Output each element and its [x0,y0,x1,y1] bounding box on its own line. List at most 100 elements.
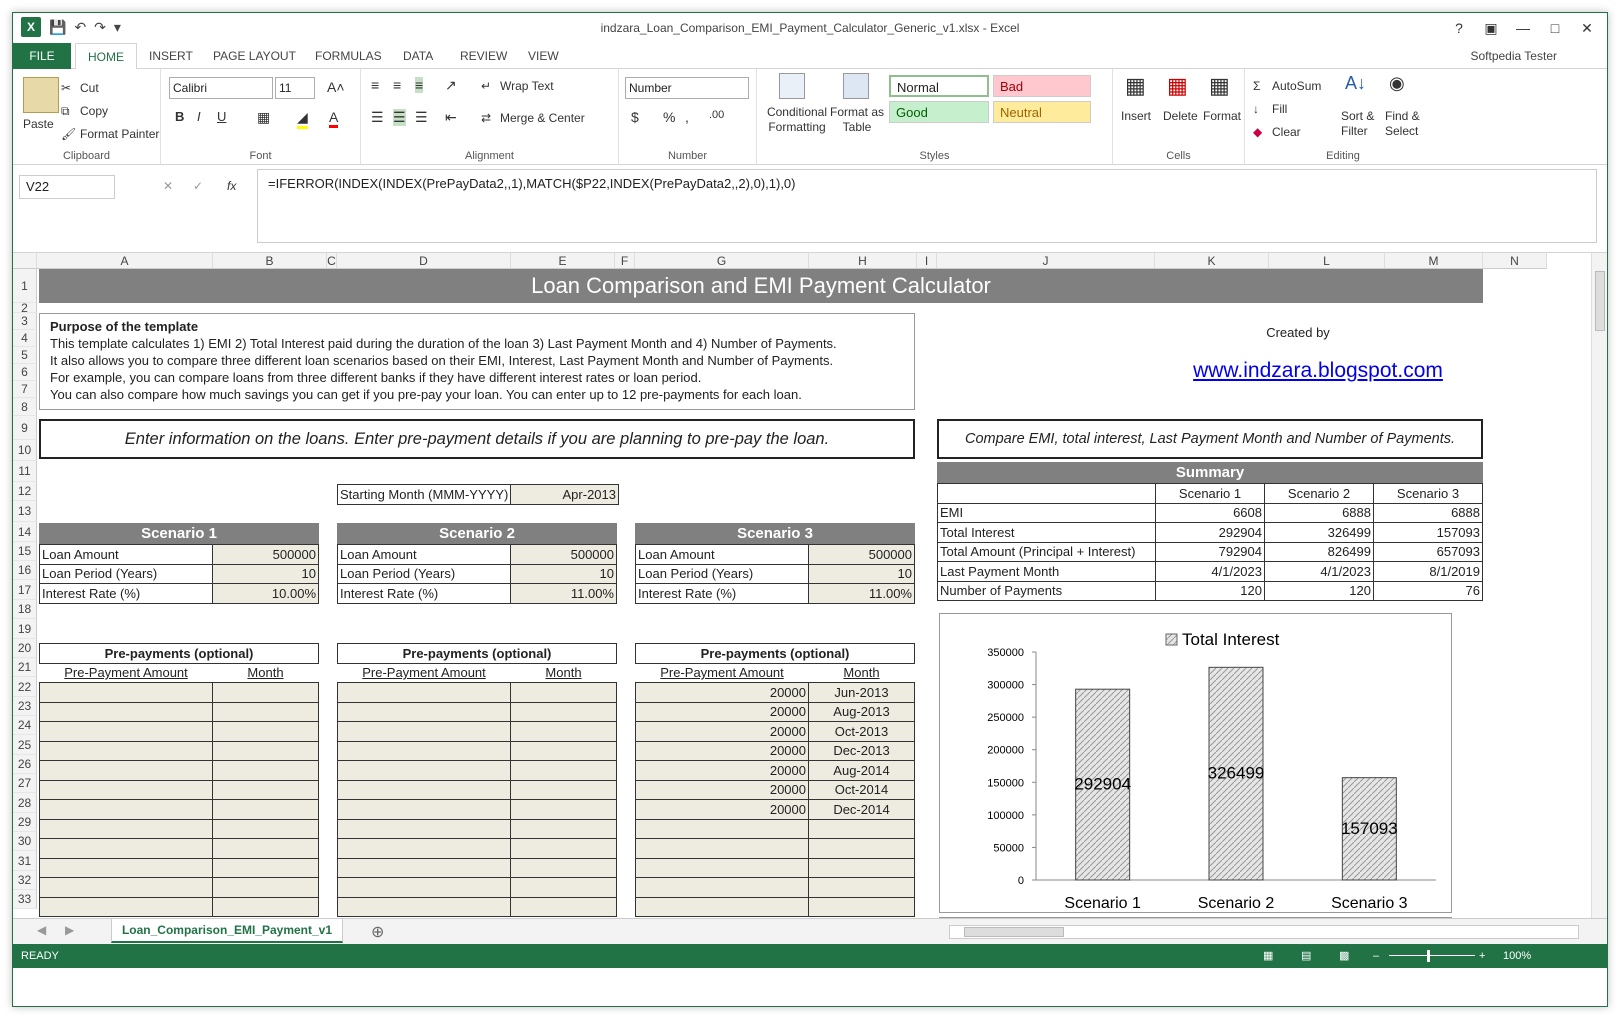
paste-icon[interactable] [23,77,59,113]
next-sheet-icon[interactable]: ▶ [65,923,74,937]
worksheet-grid[interactable]: ABCDEFGHIJKLMN 1 2 3 4 5 6 7 8 9 10 11 12 13 14 15 16 17… [13,253,1593,918]
compare-info-banner[interactable]: Compare EMI, total interest, Last Paymen… [937,419,1483,459]
prepay-amount-cell[interactable] [337,740,511,761]
prepay-amount-cell[interactable]: 20000 [635,721,809,742]
column-header[interactable]: J [937,253,1155,269]
prepay-month-cell[interactable] [510,721,617,742]
row-header[interactable]: 2 [13,302,37,314]
format-painter-button[interactable]: 🖌 Format Painter [61,127,159,143]
prepay-month-cell[interactable] [212,838,319,859]
prepay-amount-cell[interactable] [39,779,213,800]
column-header[interactable]: M [1385,253,1483,269]
prepay-amount-cell[interactable] [337,799,511,820]
prepay-month-cell[interactable] [212,896,319,917]
column-header[interactable]: N [1483,253,1547,269]
prepay-amount-cell[interactable] [39,877,213,898]
column-header[interactable]: I [917,253,937,269]
prepay-amount-cell[interactable]: 20000 [635,701,809,722]
align-middle-icon[interactable]: ≡ [393,77,401,93]
column-header[interactable]: A [37,253,213,269]
column-header[interactable]: B [213,253,327,269]
row-header[interactable]: 32 [13,871,37,890]
row-header[interactable]: 18 [13,600,37,619]
prepay-month-cell[interactable] [212,760,319,781]
row-header[interactable]: 9 [13,416,37,440]
row-header[interactable]: 16 [13,561,37,580]
row-header[interactable]: 28 [13,793,37,813]
fill-color-icon[interactable]: ◢ [297,109,308,129]
prepay-amount-cell[interactable] [337,857,511,878]
insert-function-icon[interactable]: fx [227,179,236,193]
style-neutral[interactable]: Neutral [993,101,1091,123]
prepay-month-cell[interactable]: Dec-2014 [808,799,915,820]
tab-insert[interactable]: INSERT [137,43,205,69]
loan-field-input[interactable]: 10 [510,563,617,584]
loan-field-input[interactable]: 11.00% [808,583,915,604]
prepay-amount-cell[interactable] [337,838,511,859]
row-header[interactable]: 21 [13,658,37,677]
row-header[interactable]: 14 [13,522,37,542]
number-format-select[interactable]: Number [625,77,749,99]
prepay-month-cell[interactable] [510,877,617,898]
zoom-level[interactable]: 100% [1503,944,1531,968]
prepay-amount-cell[interactable] [39,896,213,917]
new-sheet-icon[interactable]: ⊕ [371,922,384,942]
maximize-button[interactable]: □ [1539,15,1571,41]
prepay-amount-cell[interactable] [635,838,809,859]
orientation-icon[interactable]: ↗ [445,77,457,94]
close-button[interactable]: ✕ [1571,15,1603,41]
prepay-month-cell[interactable] [510,896,617,917]
enter-icon[interactable]: ✓ [193,179,203,193]
prepay-month-cell[interactable] [212,701,319,722]
prepay-amount-cell[interactable] [39,799,213,820]
column-header[interactable]: G [635,253,809,269]
bold-button[interactable]: B [175,109,184,124]
format-as-table-button[interactable]: Format as Table [829,105,885,135]
style-bad[interactable]: Bad [993,75,1091,97]
prepay-month-cell[interactable] [212,818,319,839]
column-header[interactable]: C [327,253,337,269]
vertical-scroll-thumb[interactable] [1595,271,1605,331]
prepay-month-cell[interactable]: Aug-2014 [808,760,915,781]
row-header[interactable]: 15 [13,542,37,561]
prepay-month-cell[interactable] [510,799,617,820]
find-select-button[interactable]: Find & Select [1385,109,1433,139]
prepay-month-cell[interactable] [212,779,319,800]
prepay-month-cell[interactable] [808,896,915,917]
comma-icon[interactable]: , [685,109,689,125]
prepay-amount-cell[interactable]: 20000 [635,760,809,781]
prepay-amount-cell[interactable] [635,857,809,878]
align-right-icon[interactable]: ☰ [415,109,428,126]
prepay-amount-cell[interactable] [39,740,213,761]
prepay-month-cell[interactable] [808,818,915,839]
column-header[interactable]: E [511,253,615,269]
conditional-formatting-button[interactable]: Conditional Formatting [763,105,831,135]
clear-button[interactable]: ◆ Clear [1253,125,1301,141]
normal-view-icon[interactable]: ▦ [1263,944,1273,968]
underline-button[interactable]: U [217,109,226,124]
select-all-corner[interactable] [13,253,37,269]
row-header[interactable]: 33 [13,890,37,909]
prepay-amount-cell[interactable]: 20000 [635,740,809,761]
row-header[interactable]: 22 [13,677,37,697]
prepay-month-cell[interactable] [212,857,319,878]
prepay-amount-cell[interactable]: 20000 [635,779,809,800]
prepay-amount-cell[interactable] [337,896,511,917]
font-color-icon[interactable]: A [329,109,339,128]
prepay-amount-cell[interactable] [635,896,809,917]
sort-filter-button[interactable]: Sort & Filter [1341,109,1381,139]
page-layout-view-icon[interactable]: ▤ [1301,944,1311,968]
tab-formulas[interactable]: FORMULAS [303,43,394,69]
loan-field-input[interactable]: 10 [808,563,915,584]
prepay-amount-cell[interactable] [39,760,213,781]
prepay-amount-cell[interactable] [635,877,809,898]
loan-field-input[interactable]: 500000 [212,544,319,565]
prepay-month-cell[interactable]: Aug-2013 [808,701,915,722]
insert-cells-icon[interactable]: ▦ [1125,73,1146,99]
horizontal-scrollbar[interactable] [949,925,1579,939]
row-header[interactable]: 7 [13,381,37,398]
delete-button[interactable]: Delete [1163,109,1198,123]
formula-input[interactable]: =IFERROR(INDEX(INDEX(PrePayData2,,1),MAT… [257,169,1597,243]
vertical-scrollbar[interactable] [1591,253,1607,918]
format-button[interactable]: Format [1203,109,1241,123]
